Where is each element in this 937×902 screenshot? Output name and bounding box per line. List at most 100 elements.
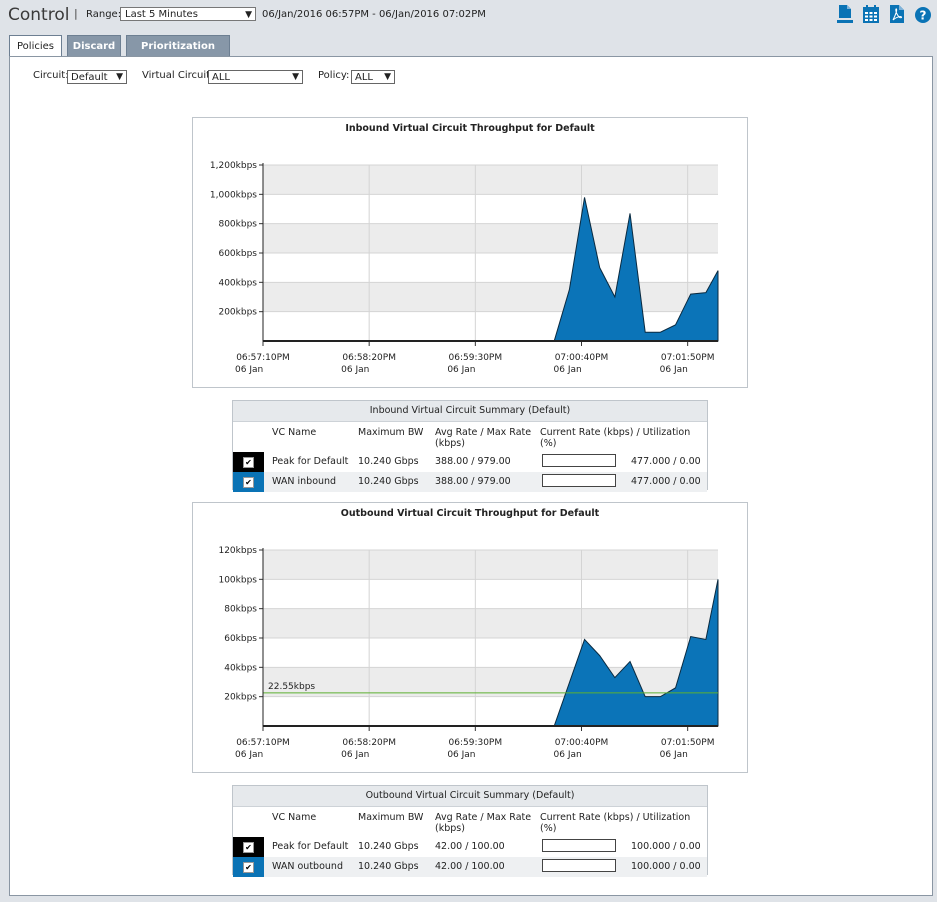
circuit-label: Circuit: — [33, 70, 69, 81]
grid-band — [263, 165, 718, 195]
x-tick-date-label: 06 Jan — [554, 750, 582, 760]
inbound-chart-svg: 200kbps 400kbps 600kbps 800kbps 1,000kbps 1,2… — [210, 161, 719, 375]
y-tick-label: 60kbps — [224, 634, 257, 644]
current-rate: 100.000 / 0.00 — [631, 841, 701, 852]
current-rate: 100.000 / 0.00 — [631, 861, 701, 872]
series-swatch: ✔ — [233, 452, 264, 472]
y-tick-label: 1,000kbps — [210, 190, 257, 200]
x-tick-label: 06:59:30PM — [449, 738, 503, 748]
x-tick-date-label: 06 Jan — [235, 365, 263, 375]
virtual-circuit-select[interactable]: ALL ▼ — [208, 70, 303, 84]
max-bw: 10.240 Gbps — [358, 841, 419, 852]
help-icon[interactable]: ? — [914, 4, 932, 24]
inbound-throughput-chart: Inbound Virtual Circuit Throughput for D… — [192, 117, 748, 388]
vc-name: WAN outbound — [272, 861, 343, 872]
tab-prioritization-ratio[interactable]: Prioritization Ratio — [126, 35, 230, 73]
x-tick-label: 07:00:40PM — [555, 738, 609, 748]
tab-policies[interactable]: Policies — [9, 35, 62, 57]
threshold-label: 22.55kbps — [268, 682, 315, 692]
y-tick-label: 600kbps — [218, 249, 257, 259]
help-glyph: ? — [920, 9, 927, 23]
x-tick-label: 06:58:20PM — [342, 353, 396, 363]
max-bw: 10.240 Gbps — [358, 861, 419, 872]
row-checkbox[interactable]: ✔ — [243, 862, 254, 873]
range-label: Range: — [86, 9, 122, 20]
series-swatch: ✔ — [233, 857, 264, 877]
row-checkbox[interactable]: ✔ — [243, 842, 254, 853]
circuit-select-value: Default — [71, 72, 108, 83]
y-tick-label: 1,200kbps — [210, 161, 257, 171]
series-area — [263, 197, 719, 342]
calendar-icon[interactable] — [862, 4, 880, 24]
chevron-down-icon: ▼ — [245, 10, 252, 20]
col-current-rate: Current Rate (kbps) / Utilization (%) — [540, 427, 691, 449]
table-row: ✔ Peak for Default 10.240 Gbps 42.00 / 1… — [233, 837, 707, 857]
x-tick-date-label: 06 Jan — [660, 365, 688, 375]
col-max-bw: Maximum BW — [358, 427, 424, 438]
chevron-down-icon: ▼ — [116, 72, 123, 82]
outbound-summary-table: Outbound Virtual Circuit Summary (Defaul… — [232, 785, 708, 877]
outbound-summary-title: Outbound Virtual Circuit Summary (Defaul… — [233, 786, 707, 807]
range-select[interactable]: Last 5 Minutes ▼ — [120, 7, 256, 21]
chevron-down-icon: ▼ — [292, 72, 299, 82]
outbound-summary-header: VC Name Maximum BW Avg Rate / Max Rate (… — [233, 807, 707, 837]
x-tick-date-label: 06 Jan — [554, 365, 582, 375]
utilization-bar — [542, 474, 616, 487]
vc-name: WAN inbound — [272, 476, 337, 487]
utilization-bar — [542, 839, 616, 852]
avg-max-rate: 388.00 / 979.00 — [435, 456, 511, 467]
col-vc-name: VC Name — [272, 427, 317, 438]
x-tick-label: 06:57:10PM — [236, 738, 290, 748]
current-rate: 477.000 / 0.00 — [631, 456, 701, 467]
current-rate: 477.000 / 0.00 — [631, 476, 701, 487]
circuit-select[interactable]: Default ▼ — [67, 70, 127, 84]
x-tick-label: 06:57:10PM — [236, 353, 290, 363]
row-checkbox[interactable]: ✔ — [243, 457, 254, 468]
col-vc-name: VC Name — [272, 812, 317, 823]
y-tick-label: 100kbps — [218, 575, 257, 585]
max-bw: 10.240 Gbps — [358, 456, 419, 467]
x-tick-label: 06:58:20PM — [342, 738, 396, 748]
inbound-summary-header: VC Name Maximum BW Avg Rate / Max Rate (… — [233, 422, 707, 452]
inbound-summary-table: Inbound Virtual Circuit Summary (Default… — [232, 400, 708, 492]
policy-select-value: ALL — [355, 72, 373, 83]
y-tick-label: 400kbps — [218, 278, 257, 288]
y-tick-label: 80kbps — [224, 605, 257, 615]
y-tick-label: 20kbps — [224, 693, 257, 703]
series-area — [263, 579, 719, 727]
page-title: Control — [8, 5, 70, 25]
avg-max-rate: 388.00 / 979.00 — [435, 476, 511, 487]
max-bw: 10.240 Gbps — [358, 476, 419, 487]
header-bar: Control | Range: Last 5 Minutes ▼ 06/Jan… — [0, 0, 937, 34]
x-tick-label: 06:59:30PM — [449, 353, 503, 363]
col-max-bw: Maximum BW — [358, 812, 424, 823]
grid-band — [263, 550, 718, 580]
outbound-throughput-chart: Outbound Virtual Circuit Throughput for … — [192, 502, 748, 773]
x-tick-label: 07:01:50PM — [661, 353, 715, 363]
range-datetime-text: 06/Jan/2016 06:57PM - 06/Jan/2016 07:02P… — [262, 9, 486, 20]
x-tick-date-label: 06 Jan — [660, 750, 688, 760]
range-select-value: Last 5 Minutes — [125, 9, 198, 20]
policy-select[interactable]: ALL ▼ — [351, 70, 395, 84]
virtual-circuit-select-value: ALL — [212, 72, 230, 83]
vc-name: Peak for Default — [272, 841, 349, 852]
x-tick-date-label: 06 Jan — [341, 365, 369, 375]
pdf-icon[interactable] — [888, 4, 906, 24]
col-avg-max-rate: Avg Rate / Max Rate (kbps) — [435, 427, 532, 449]
policy-label: Policy: — [318, 70, 350, 81]
x-tick-date-label: 06 Jan — [447, 365, 475, 375]
tab-discard[interactable]: Discard — [67, 35, 121, 56]
outbound-chart-svg: 20kbps 40kbps 60kbps 80kbps 100kbps 120kbps 06… — [218, 546, 719, 760]
col-current-rate: Current Rate (kbps) / Utilization (%) — [540, 812, 691, 834]
row-checkbox[interactable]: ✔ — [243, 477, 254, 488]
col-avg-max-rate: Avg Rate / Max Rate (kbps) — [435, 812, 532, 834]
y-tick-label: 200kbps — [218, 308, 257, 318]
avg-max-rate: 42.00 / 100.00 — [435, 841, 505, 852]
grid-band — [263, 608, 718, 638]
x-tick-date-label: 06 Jan — [235, 750, 263, 760]
series-swatch: ✔ — [233, 837, 264, 857]
x-tick-date-label: 06 Jan — [447, 750, 475, 760]
y-tick-label: 40kbps — [224, 663, 257, 673]
chevron-down-icon: ▼ — [384, 72, 391, 82]
report-icon[interactable] — [836, 4, 854, 24]
